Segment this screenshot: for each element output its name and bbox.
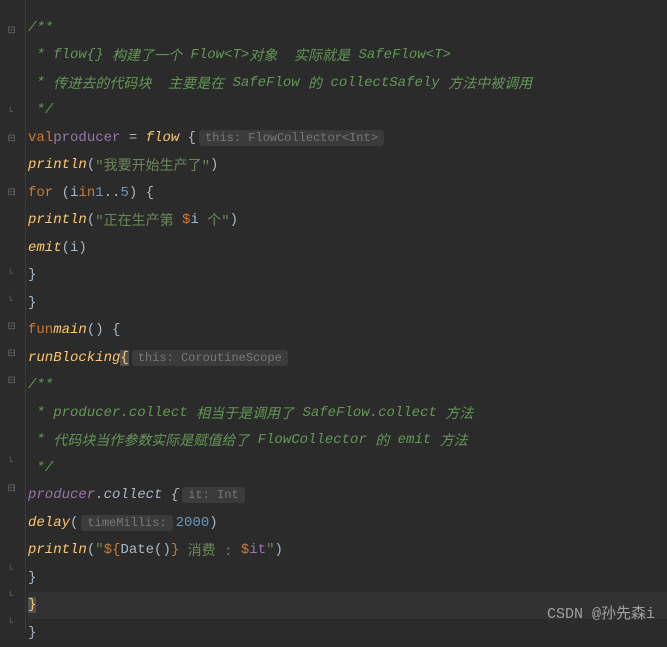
watermark: CSDN @孙先森i: [547, 602, 655, 623]
code-line: * producer.collect 相当于是调用了 SafeFlow.coll…: [28, 399, 667, 427]
fold-end-icon: [8, 265, 18, 275]
code-line: delay( timeMillis: 2000): [28, 509, 667, 537]
inlay-hint: this: CoroutineScope: [132, 350, 288, 366]
code-line: */: [28, 97, 667, 125]
code-line: println("${Date()} 消费 : $it"): [28, 537, 667, 565]
code-line: /**: [28, 14, 667, 42]
code-line: * flow{} 构建了一个 Flow<T>对象 实际就是 SafeFlow<T…: [28, 42, 667, 70]
gutter: [0, 0, 26, 633]
fold-icon[interactable]: [8, 22, 18, 32]
fold-icon[interactable]: [8, 318, 18, 328]
fold-end-icon: [8, 587, 18, 597]
fold-icon[interactable]: [8, 372, 18, 382]
inlay-hint: this: FlowCollector<Int>: [199, 130, 384, 146]
code-line: val producer = flow { this: FlowCollecto…: [28, 124, 667, 152]
fold-icon[interactable]: [8, 480, 18, 490]
code-line: emit(i): [28, 234, 667, 262]
fold-end-icon: [8, 614, 18, 624]
code-line: for (i in 1..5) {: [28, 179, 667, 207]
code-line: /**: [28, 372, 667, 400]
fold-end-icon: [8, 103, 18, 113]
code-line: * 传进去的代码块 主要是在 SafeFlow 的 collectSafely …: [28, 69, 667, 97]
fold-icon[interactable]: [8, 184, 18, 194]
code-line: }: [28, 289, 667, 317]
code-line: producer.collect { it: Int: [28, 482, 667, 510]
code-line: }: [28, 564, 667, 592]
code-editor[interactable]: /** * flow{} 构建了一个 Flow<T>对象 实际就是 SafeFl…: [0, 0, 667, 633]
inlay-hint: timeMillis:: [81, 515, 172, 531]
code-line: * 代码块当作参数实际是赋值给了 FlowCollector 的 emit 方法: [28, 427, 667, 455]
code-line: fun main() {: [28, 317, 667, 345]
code-line: runBlocking { this: CoroutineScope: [28, 344, 667, 372]
fold-end-icon: [8, 453, 18, 463]
code-line: */: [28, 454, 667, 482]
fold-icon[interactable]: [8, 345, 18, 355]
code-area[interactable]: /** * flow{} 构建了一个 Flow<T>对象 实际就是 SafeFl…: [26, 0, 667, 633]
code-line: }: [28, 262, 667, 290]
inlay-hint: it: Int: [182, 487, 244, 503]
code-line: println("正在生产第 $i 个"): [28, 207, 667, 235]
code-line: println("我要开始生产了"): [28, 152, 667, 180]
fold-end-icon: [8, 561, 18, 571]
fold-end-icon: [8, 292, 18, 302]
fold-icon[interactable]: [8, 130, 18, 140]
